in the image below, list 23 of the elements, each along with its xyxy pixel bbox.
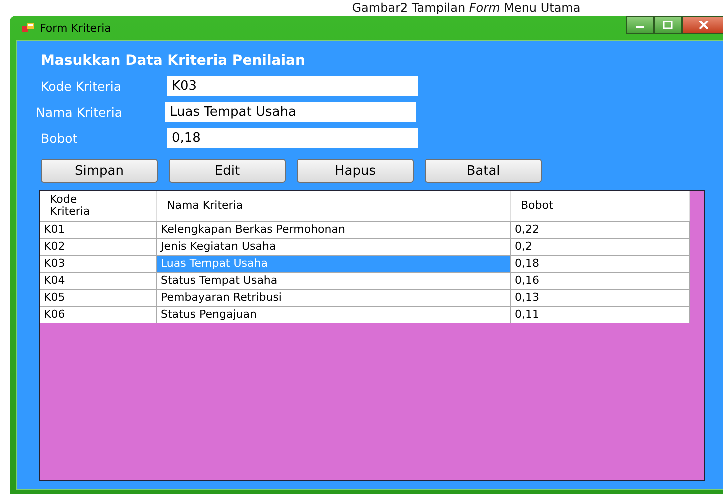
table-cell: Luas Tempat Usaha xyxy=(157,256,511,272)
table-cell: 0,11 xyxy=(511,307,690,323)
form-heading: Masukkan Data Kriteria Penilaian xyxy=(41,53,306,69)
maximize-icon xyxy=(663,21,673,29)
figure-caption: Gambar2 Tampilan Form Menu Utama xyxy=(351,0,582,16)
action-button[interactable]: Batal xyxy=(425,159,542,183)
action-button[interactable]: Hapus xyxy=(297,159,414,183)
window-title: Form Kriteria xyxy=(40,22,112,34)
input-field[interactable]: Luas Tempat Usaha xyxy=(165,102,416,122)
maximize-button[interactable] xyxy=(654,16,682,34)
table-cell: Status Pengajuan xyxy=(157,307,511,323)
minimize-button[interactable] xyxy=(626,16,654,34)
action-button[interactable]: Simpan xyxy=(41,159,158,183)
app-icon xyxy=(22,23,34,33)
table-cell: K06 xyxy=(40,307,157,323)
input-field[interactable]: K03 xyxy=(167,76,418,96)
field-label: Bobot xyxy=(40,130,79,146)
field-label: Nama Kriteria xyxy=(36,104,124,120)
field-label: Kode Kriteria xyxy=(40,78,122,94)
action-button[interactable]: Edit xyxy=(169,159,286,183)
close-button[interactable] xyxy=(682,16,723,34)
input-field[interactable]: 0,18 xyxy=(167,128,418,148)
close-icon xyxy=(699,21,709,29)
